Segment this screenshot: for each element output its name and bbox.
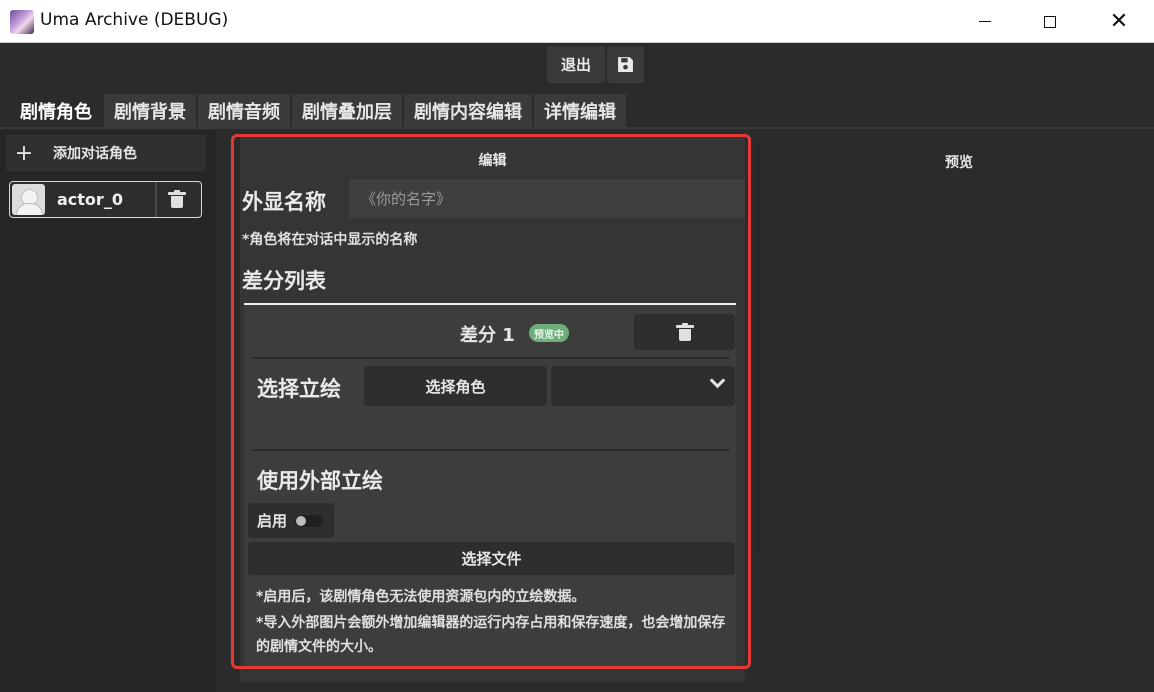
floppy-disk-icon bbox=[618, 57, 633, 72]
add-role-button[interactable]: + 添加对话角色 bbox=[6, 135, 206, 171]
add-role-label: 添加对话角色 bbox=[53, 146, 137, 162]
role-list-item[interactable]: actor_0 bbox=[9, 181, 202, 218]
tab-story-overlay[interactable]: 剧情叠加层 bbox=[292, 94, 402, 128]
avatar-placeholder-icon bbox=[12, 184, 45, 215]
tab-detail-edit[interactable]: 详情编辑 bbox=[534, 94, 626, 128]
role-name: actor_0 bbox=[57, 190, 123, 209]
save-button[interactable] bbox=[607, 46, 644, 83]
window-title: Uma Archive (DEBUG) bbox=[40, 10, 229, 30]
maximize-icon[interactable] bbox=[1027, 0, 1073, 43]
trash-icon bbox=[168, 190, 186, 208]
tab-bar: 剧情角色 剧情背景 剧情音频 剧情叠加层 剧情内容编辑 详情编辑 bbox=[10, 94, 628, 128]
app-icon bbox=[10, 10, 34, 34]
highlight-frame bbox=[231, 134, 751, 669]
window-titlebar: Uma Archive (DEBUG) ✕ bbox=[0, 0, 1154, 43]
exit-button[interactable]: 退出 bbox=[547, 46, 605, 83]
plus-icon: + bbox=[14, 140, 34, 166]
tab-story-audio[interactable]: 剧情音频 bbox=[198, 94, 290, 128]
tab-story-content-edit[interactable]: 剧情内容编辑 bbox=[404, 94, 532, 128]
tab-story-background[interactable]: 剧情背景 bbox=[104, 94, 196, 128]
close-icon[interactable]: ✕ bbox=[1096, 0, 1142, 43]
delete-role-button[interactable] bbox=[157, 182, 197, 217]
tab-story-roles[interactable]: 剧情角色 bbox=[10, 94, 102, 128]
minimize-icon[interactable] bbox=[962, 0, 1008, 43]
preview-title: 预览 bbox=[945, 155, 973, 171]
preview-divider[interactable] bbox=[755, 142, 760, 554]
tab-underline bbox=[0, 127, 1154, 129]
